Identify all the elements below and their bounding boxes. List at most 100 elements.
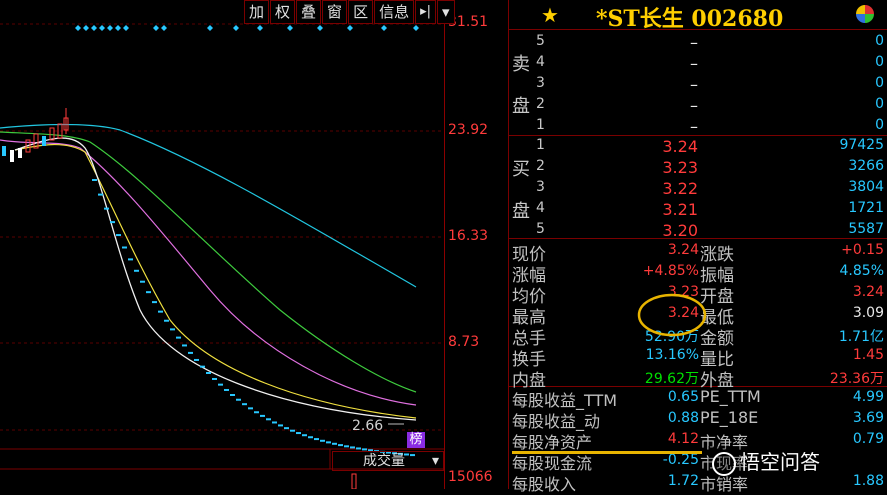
signal-diamond	[115, 25, 121, 31]
buy-price[interactable]: 3.22	[638, 179, 698, 198]
last-price-label: 2.66	[352, 418, 384, 434]
signal-diamond	[207, 25, 213, 31]
ma-line-green	[0, 131, 417, 393]
ma-line-yellow	[14, 143, 417, 419]
stock-title: *ST长生 002680	[596, 6, 784, 32]
volume-bar	[351, 473, 357, 489]
chevron-down-icon: ▾	[431, 453, 439, 469]
stat-value: 4.85%	[839, 263, 884, 279]
volume-indicator-label: 成交量	[363, 453, 405, 469]
ma-line-white	[14, 137, 417, 421]
signal-diamond	[287, 25, 293, 31]
volume-indicator-select[interactable]: 成交量 ▾	[332, 451, 444, 471]
limit-down-dashes	[92, 179, 415, 457]
signal-diamond	[75, 25, 81, 31]
stat-value: 23.36万	[829, 371, 884, 387]
ranking-badge[interactable]: 榜	[407, 432, 425, 448]
ma-line-pink	[0, 139, 417, 406]
signal-diamond	[413, 25, 419, 31]
skip-forward-icon[interactable]: ▸|	[415, 0, 436, 24]
signal-diamond	[153, 25, 159, 31]
signal-diamond	[381, 25, 387, 31]
buy-level: 3	[536, 179, 545, 195]
toolbar-button-range[interactable]: 区	[348, 0, 374, 24]
sell-level: 1	[536, 117, 545, 133]
fin-label: PE_TTM	[700, 387, 761, 406]
sell-price[interactable]: –	[638, 75, 698, 94]
market-globe-icon[interactable]	[856, 5, 874, 23]
sell-price[interactable]: –	[638, 33, 698, 52]
sell-price[interactable]: –	[638, 54, 698, 73]
panel-divider	[508, 0, 509, 489]
stat-value: 3.09	[852, 305, 884, 321]
sell-level: 4	[536, 54, 545, 70]
fin-value: 0.65	[667, 389, 699, 405]
stat-value: 1.45	[852, 347, 884, 363]
stat-value: +0.15	[841, 242, 884, 258]
buy-side-label: 买	[512, 159, 530, 180]
fin-value: -0.25	[662, 452, 699, 468]
buy-level: 5	[536, 221, 545, 237]
fin-value: 1.88	[852, 473, 884, 489]
signal-diamond	[317, 25, 323, 31]
buy-price[interactable]: 3.20	[638, 221, 698, 240]
annotation-circle	[637, 293, 707, 337]
star-icon[interactable]: ★	[541, 3, 559, 27]
signal-diamond	[233, 25, 239, 31]
toolbar-button-info[interactable]: 信息	[374, 0, 415, 24]
signal-diamond	[83, 25, 89, 31]
signal-diamond	[123, 25, 129, 31]
toolbar-button-window[interactable]: 窗	[322, 0, 348, 24]
sell-side-label: 盘	[512, 96, 530, 117]
stat-value: 3.24	[852, 284, 884, 300]
toolbar-button-overlay[interactable]: 叠	[296, 0, 322, 24]
sell-level: 5	[536, 33, 545, 49]
stat-value: 1.71亿	[838, 329, 884, 345]
y-tick-label: 23.92	[448, 122, 489, 138]
sell-volume: 0	[875, 117, 884, 133]
toolbar-button-rights[interactable]: 权	[270, 0, 296, 24]
price-chart[interactable]	[0, 0, 444, 489]
y-tick-label: 8.73	[448, 334, 480, 350]
sell-side-label: 卖	[512, 54, 530, 75]
buy-volume: 97425	[839, 137, 884, 153]
sell-volume: 0	[875, 96, 884, 112]
signal-diamond	[91, 25, 97, 31]
wukong-logo-icon	[712, 451, 736, 476]
buy-price[interactable]: 3.24	[638, 137, 698, 156]
stat-value: 29.62万	[644, 371, 699, 387]
buy-volume: 3266	[848, 158, 884, 174]
watermark-text: 悟空问答	[740, 450, 820, 474]
buy-volume: 3804	[848, 179, 884, 195]
fin-label: 每股收入	[512, 475, 577, 494]
signal-markers	[75, 25, 419, 31]
sell-volume: 0	[875, 33, 884, 49]
buy-side-label: 盘	[512, 201, 530, 222]
fin-value: 1.72	[667, 473, 699, 489]
stat-value: 3.24	[667, 242, 699, 258]
y-tick-label: 16.33	[448, 228, 489, 244]
signal-diamond	[161, 25, 167, 31]
buy-level: 1	[536, 137, 545, 153]
buy-price[interactable]: 3.21	[638, 200, 698, 219]
stat-value: +4.85%	[642, 263, 699, 279]
sell-price[interactable]: –	[638, 117, 698, 136]
signal-diamond	[99, 25, 105, 31]
toolbar-button-adjust[interactable]: 加	[244, 0, 270, 24]
ma-line-cyan	[0, 123, 417, 288]
price-axis-line	[444, 0, 445, 489]
fin-value: 4.12	[667, 431, 699, 447]
sell-volume: 0	[875, 75, 884, 91]
sell-level: 2	[536, 96, 545, 112]
dropdown-arrow-icon[interactable]: ▾	[437, 0, 455, 24]
sell-level: 3	[536, 75, 545, 91]
sell-price[interactable]: –	[638, 96, 698, 115]
buy-price[interactable]: 3.23	[638, 158, 698, 177]
annotation-underline	[512, 451, 702, 454]
signal-diamond	[107, 25, 113, 31]
fin-value: 3.69	[852, 410, 884, 426]
signal-diamond	[257, 25, 263, 31]
sell-volume: 0	[875, 54, 884, 70]
signal-diamond	[347, 25, 353, 31]
volume-tick-label: 15066	[448, 469, 493, 485]
